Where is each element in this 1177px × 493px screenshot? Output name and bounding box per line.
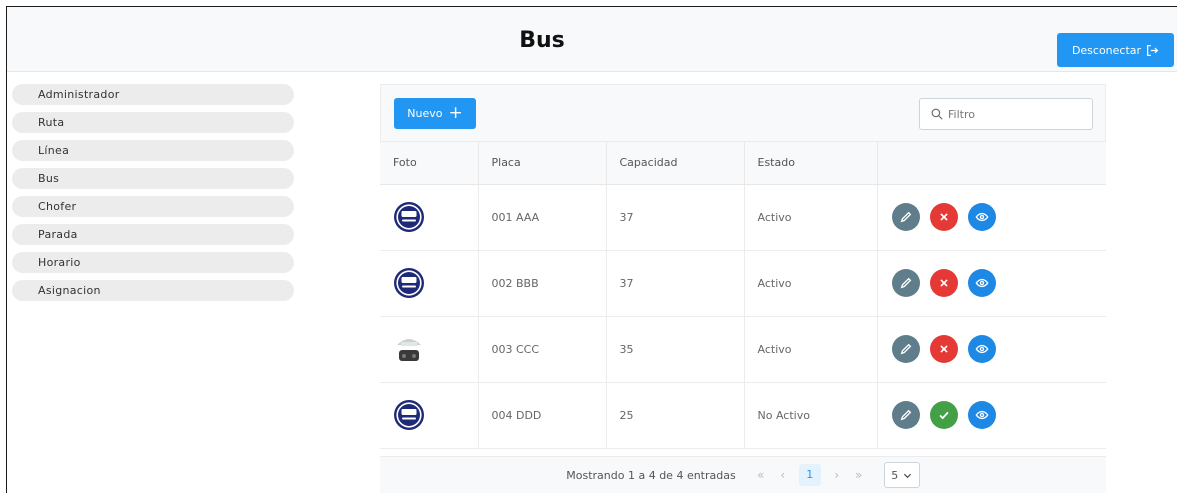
table-row: 004 DDD 25 No Activo	[380, 382, 1106, 449]
sidebar-item-chofer[interactable]: Chofer	[12, 196, 294, 217]
placa-cell: 002 BBB	[478, 250, 607, 317]
page-1-button[interactable]: 1	[798, 464, 821, 486]
edit-button[interactable]	[891, 269, 920, 297]
estado-cell: No Activo	[744, 382, 878, 449]
sidebar-item-administrador[interactable]: Administrador	[12, 84, 294, 105]
top-bar: Bus Desconectar	[7, 7, 1177, 72]
estado-cell: Activo	[744, 316, 878, 383]
logout-label: Desconectar	[1071, 43, 1142, 57]
search-icon	[931, 108, 943, 120]
sidebar-item-horario[interactable]: Horario	[12, 252, 294, 273]
bus-icon	[394, 202, 424, 232]
placa-cell: 001 AAA	[478, 184, 607, 251]
table-header-row: Foto Placa Capacidad Estado	[380, 142, 1106, 185]
close-icon	[939, 213, 948, 221]
column-header-foto[interactable]: Foto	[380, 142, 479, 185]
column-header-capacidad[interactable]: Capacidad	[606, 142, 745, 185]
sidebar-item-asignacion[interactable]: Asignacion	[12, 280, 294, 301]
column-header-estado[interactable]: Estado	[744, 142, 878, 185]
view-button[interactable]	[967, 401, 996, 429]
pencil-icon	[900, 409, 911, 421]
last-page-button[interactable]: »	[848, 468, 870, 482]
foto-cell	[380, 316, 479, 383]
pagination-info: Mostrando 1 a 4 de 4 entradas	[566, 468, 736, 482]
foto-cell	[380, 184, 479, 251]
new-bus-button[interactable]: Nuevo +	[394, 98, 476, 129]
estado-cell: Activo	[744, 250, 878, 317]
capacidad-cell: 37	[606, 184, 745, 251]
actions-cell	[877, 250, 1106, 317]
column-header-actions	[877, 142, 1106, 185]
close-icon	[939, 345, 948, 353]
placa-cell: 003 CCC	[478, 316, 607, 383]
edit-button[interactable]	[891, 203, 920, 231]
table-row: 003 CCC 35 Activo	[380, 316, 1106, 383]
activate-button[interactable]	[929, 401, 958, 429]
bus-table-panel: Nuevo + Foto Placa Capacidad Estado 001 …	[380, 84, 1106, 493]
filter-input[interactable]	[948, 107, 1078, 121]
sidebar-menu: Administrador Ruta Línea Bus Chofer Para…	[12, 84, 294, 308]
deactivate-button[interactable]	[929, 269, 958, 297]
estado-cell: Activo	[744, 184, 878, 251]
new-button-label: Nuevo	[407, 107, 443, 120]
foto-cell	[380, 382, 479, 449]
sidebar-item-parada[interactable]: Parada	[12, 224, 294, 245]
pencil-icon	[900, 277, 911, 289]
sign-out-icon	[1147, 44, 1159, 56]
bus-icon	[394, 400, 424, 430]
column-header-placa[interactable]: Placa	[478, 142, 607, 185]
actions-cell	[877, 184, 1106, 251]
rows-per-page-value: 5	[891, 468, 899, 482]
edit-button[interactable]	[891, 401, 920, 429]
first-page-button[interactable]: «	[750, 468, 772, 482]
placa-cell: 004 DDD	[478, 382, 607, 449]
eye-icon	[975, 344, 988, 354]
pencil-icon	[900, 211, 911, 223]
foto-cell	[380, 250, 479, 317]
plus-icon: +	[448, 103, 463, 123]
sidebar-item-ruta[interactable]: Ruta	[12, 112, 294, 133]
sidebar-item-linea[interactable]: Línea	[12, 140, 294, 161]
sidebar-item-bus[interactable]: Bus	[12, 168, 294, 189]
capacidad-cell: 37	[606, 250, 745, 317]
pagination: Mostrando 1 a 4 de 4 entradas « ‹ 1 › » …	[380, 456, 1106, 493]
check-icon	[938, 411, 949, 420]
prev-page-button[interactable]: ‹	[772, 468, 794, 482]
deactivate-button[interactable]	[929, 203, 958, 231]
logout-button[interactable]: Desconectar	[1057, 33, 1174, 67]
capacidad-cell: 35	[606, 316, 745, 383]
pencil-icon	[900, 343, 911, 355]
view-button[interactable]	[967, 335, 996, 363]
view-button[interactable]	[967, 203, 996, 231]
close-icon	[939, 279, 948, 287]
edit-button[interactable]	[891, 335, 920, 363]
actions-cell	[877, 316, 1106, 383]
table-row: 002 BBB 37 Activo	[380, 250, 1106, 317]
bus-table: Foto Placa Capacidad Estado 001 AAA 37 Act…	[380, 142, 1106, 449]
bus-icon	[394, 268, 424, 298]
next-page-button[interactable]: ›	[826, 468, 848, 482]
eye-icon	[975, 212, 988, 222]
rows-per-page-select[interactable]: 5	[883, 462, 920, 488]
deactivate-button[interactable]	[929, 335, 958, 363]
actions-cell	[877, 382, 1106, 449]
page-title: Bus	[519, 28, 565, 53]
chevron-down-icon	[904, 473, 912, 478]
search-box[interactable]	[919, 98, 1093, 130]
table-row: 001 AAA 37 Activo	[380, 184, 1106, 251]
bus-photo-thumbnail	[397, 339, 421, 361]
capacidad-cell: 25	[606, 382, 745, 449]
view-button[interactable]	[967, 269, 996, 297]
eye-icon	[975, 278, 988, 288]
table-toolbar: Nuevo +	[380, 84, 1106, 142]
eye-icon	[975, 410, 988, 420]
